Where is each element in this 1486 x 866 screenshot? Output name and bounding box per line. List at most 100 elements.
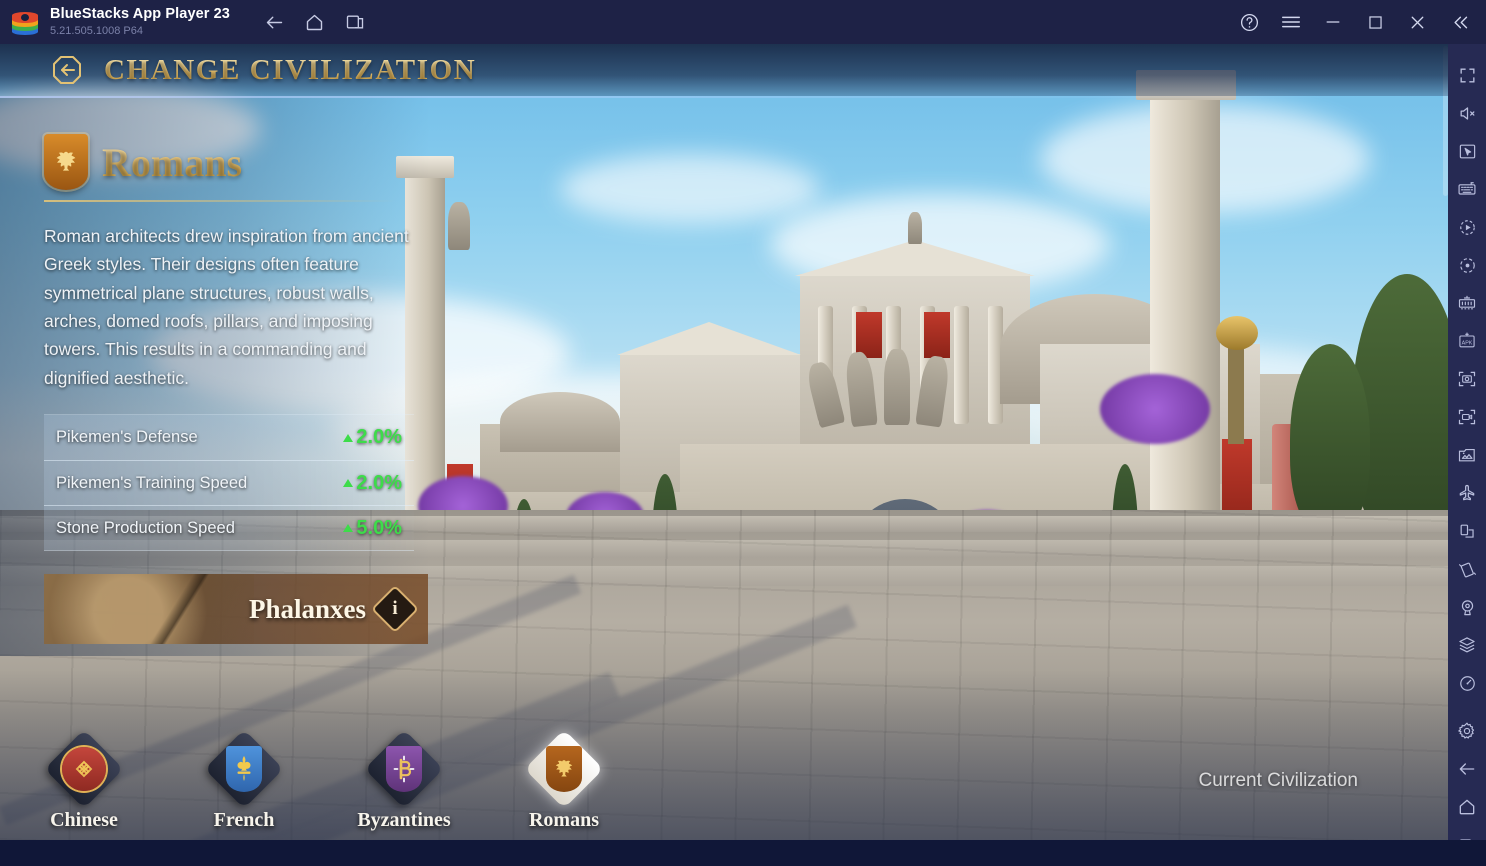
game-header: CHANGE CIVILIZATION	[0, 44, 1448, 96]
civilization-name: Romans	[102, 139, 243, 185]
civ-option-chinese[interactable]: Chinese	[36, 729, 132, 832]
header-divider	[0, 96, 1448, 98]
civ-option-label: Byzantines	[357, 809, 451, 831]
stat-label: Pikemen's Defense	[56, 428, 198, 447]
apk-install-icon[interactable]: APK	[1448, 322, 1486, 360]
back-arrow-icon[interactable]	[264, 11, 286, 33]
cursor-mode-icon[interactable]	[1448, 132, 1486, 170]
app-version: 5.21.505.1008 P64	[50, 24, 143, 37]
special-unit-name: Phalanxes	[248, 593, 366, 624]
performance-icon[interactable]	[1448, 664, 1486, 702]
collapse-sidebar-icon[interactable]	[1448, 11, 1470, 33]
home-icon[interactable]	[1448, 788, 1486, 826]
stat-value-text: 5.0%	[356, 516, 402, 539]
increase-arrow-icon	[343, 433, 354, 442]
game-viewport[interactable]: CHANGE CIVILIZATION Romans Roman archite…	[0, 44, 1448, 840]
standard-pole	[1228, 344, 1244, 444]
page-title: CHANGE CIVILIZATION	[104, 53, 477, 86]
civilization-stats-list: Pikemen's Defense 2.0% Pikemen's Trainin…	[44, 414, 414, 552]
civ-option-label: Romans	[528, 809, 599, 831]
layers-icon[interactable]	[1448, 626, 1486, 664]
stat-value: 2.0%	[343, 472, 402, 495]
special-unit-button[interactable]: Phalanxes i	[44, 574, 428, 644]
hamburger-menu-icon[interactable]	[1280, 11, 1302, 33]
civ-option-french[interactable]: French	[196, 729, 292, 832]
increase-arrow-icon	[343, 479, 354, 488]
side-pediment	[617, 322, 801, 355]
civ-option-byzantines[interactable]: Byzantines	[356, 729, 452, 832]
bluestacks-titlebar: BlueStacks App Player 23 5.21.505.1008 P…	[0, 0, 1486, 44]
eco-mode-icon[interactable]	[1448, 474, 1486, 512]
quadriga-horse	[884, 349, 910, 425]
golden-eagle-top	[1216, 316, 1258, 350]
temple-banner	[924, 312, 950, 358]
column-statue	[448, 202, 470, 250]
macro-play-icon[interactable]	[1448, 208, 1486, 246]
rooftop-statue	[908, 212, 922, 244]
back-arrow-icon[interactable]	[1448, 750, 1486, 788]
stat-value-text: 2.0%	[356, 426, 402, 449]
civ-option-label: Chinese	[50, 809, 118, 831]
roman-eagle-emblem-icon	[546, 746, 582, 792]
home-icon[interactable]	[304, 11, 326, 33]
fullscreen-icon[interactable]	[1448, 56, 1486, 94]
multi-window-icon[interactable]	[1448, 512, 1486, 550]
stat-row: Pikemen's Training Speed 2.0%	[44, 460, 414, 506]
civilization-description: Roman architects drew inspiration from a…	[44, 226, 409, 388]
stat-value-text: 2.0%	[356, 471, 402, 494]
keyboard-controls-icon[interactable]	[1448, 170, 1486, 208]
multi-instance-icon[interactable]	[1448, 284, 1486, 322]
civilization-name-row: Romans	[44, 134, 400, 190]
civ-icon-wrap	[44, 729, 124, 809]
info-icon-letter: i	[392, 598, 398, 619]
civ-icon-wrap	[524, 729, 604, 809]
current-civilization-label: Current Civilization	[1198, 770, 1358, 791]
stat-value: 2.0%	[343, 426, 402, 449]
maximize-icon[interactable]	[1364, 11, 1386, 33]
app-title-block: BlueStacks App Player 23 5.21.505.1008 P…	[50, 5, 230, 37]
civilization-info-panel: Romans Roman architects drew inspiration…	[0, 96, 430, 656]
media-gallery-icon[interactable]	[1448, 436, 1486, 474]
stat-row: Pikemen's Defense 2.0%	[44, 415, 414, 461]
titlebar-nav-group	[264, 11, 366, 33]
chinese-knot-emblem-icon	[62, 747, 106, 791]
location-icon[interactable]	[1448, 588, 1486, 626]
bluestacks-sidebar: APK	[1448, 44, 1486, 866]
stat-value: 5.0%	[343, 517, 402, 540]
bottom-bar	[0, 840, 1486, 866]
civ-option-label: French	[213, 809, 275, 831]
temple-column	[954, 306, 969, 424]
background-dome	[500, 392, 620, 452]
increase-arrow-icon	[343, 524, 354, 533]
civ-icon-wrap	[364, 729, 444, 809]
stat-label: Stone Production Speed	[56, 518, 235, 537]
window-controls	[1238, 11, 1486, 33]
info-icon[interactable]: i	[370, 584, 420, 634]
title-divider	[44, 200, 396, 202]
byzantine-b-emblem-icon	[386, 746, 422, 792]
roman-eagle-crest-icon	[44, 134, 88, 190]
stat-row: Stone Production Speed 5.0%	[44, 505, 414, 551]
shake-icon[interactable]	[1448, 550, 1486, 588]
flower-cluster	[1100, 374, 1210, 444]
fleur-de-lis-emblem-icon	[226, 746, 262, 792]
stat-label: Pikemen's Training Speed	[56, 473, 248, 492]
close-icon[interactable]	[1406, 11, 1428, 33]
bluestacks-logo-icon	[12, 9, 38, 35]
tall-tree	[1290, 344, 1370, 534]
civ-option-romans[interactable]: Romans	[516, 729, 612, 832]
settings-gear-icon[interactable]	[1448, 712, 1486, 750]
help-icon[interactable]	[1238, 11, 1260, 33]
script-icon[interactable]	[1448, 246, 1486, 284]
mute-icon[interactable]	[1448, 94, 1486, 132]
temple-pediment	[795, 240, 1035, 276]
minimize-icon[interactable]	[1322, 11, 1344, 33]
screenshot-icon[interactable]	[1448, 360, 1486, 398]
svg-text:APK: APK	[1462, 340, 1473, 346]
civ-icon-wrap	[204, 729, 284, 809]
app-title: BlueStacks App Player 23	[50, 5, 230, 22]
recent-apps-icon[interactable]	[344, 11, 366, 33]
record-video-icon[interactable]	[1448, 398, 1486, 436]
cloud	[560, 154, 820, 224]
back-circle-icon[interactable]	[50, 52, 86, 88]
